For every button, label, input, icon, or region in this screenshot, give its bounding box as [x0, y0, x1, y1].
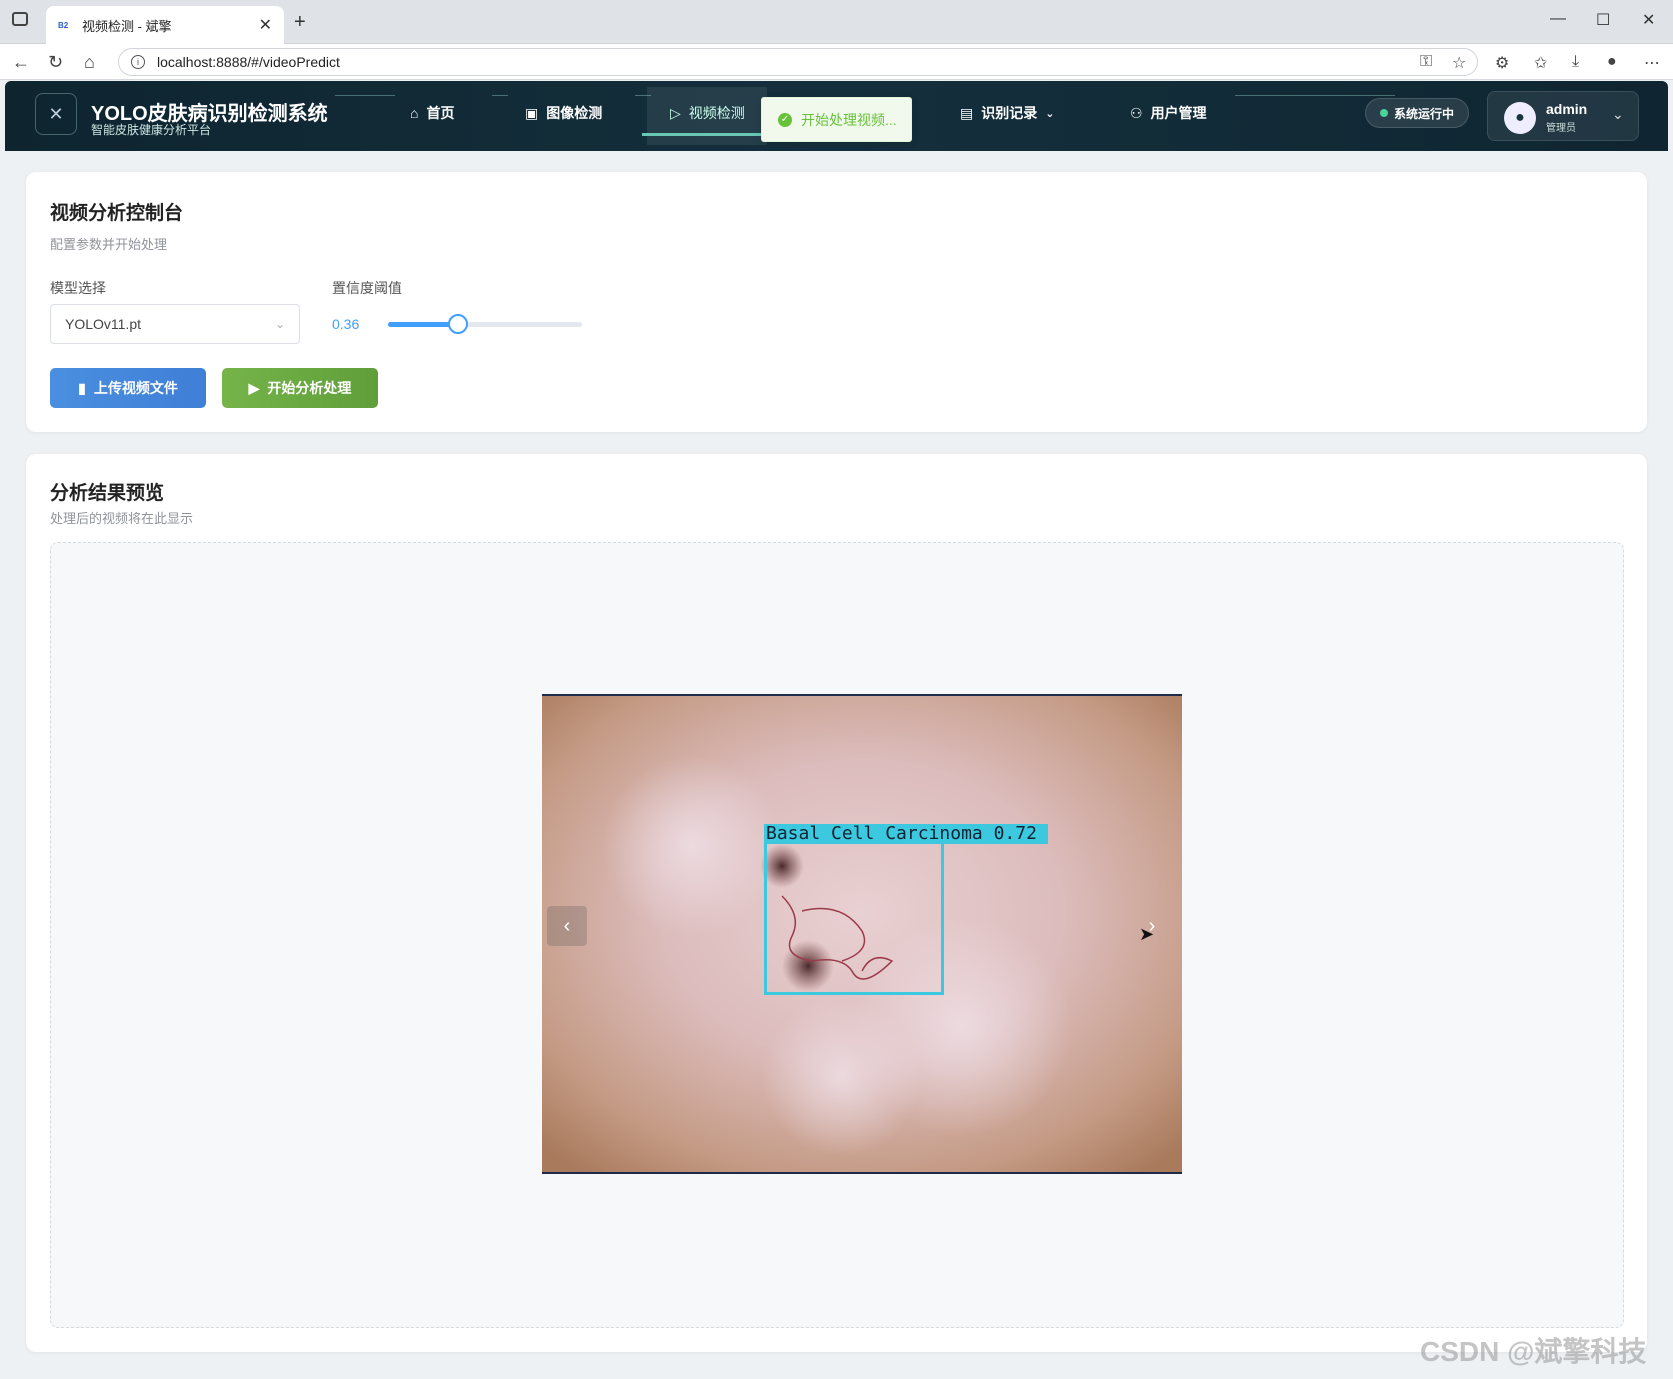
preview-card: 分析结果预览 处理后的视频将在此显示 Basal Cell Carcinoma … [26, 454, 1647, 1352]
control-title: 视频分析控制台 [50, 203, 184, 224]
nav-users-label: 用户管理 [1150, 105, 1207, 121]
favorites-icon[interactable]: ✩ [1534, 53, 1547, 73]
nav-home-label: 首页 [426, 105, 455, 121]
browser-tab[interactable]: B2 视频检测 - 斌擎 ✕ [46, 6, 284, 44]
video-frame: Basal Cell Carcinoma 0.72 ‹ › [542, 694, 1182, 1174]
file-icon: ▮ [78, 379, 86, 396]
favicon-icon: B2 [58, 20, 69, 30]
nav-image-label: 图像检测 [546, 105, 603, 121]
back-icon[interactable]: ← [12, 52, 30, 73]
user-name: admin [1546, 101, 1588, 117]
avatar-icon: ● [1504, 102, 1536, 134]
model-select[interactable]: YOLOv11.pt ⌄ [50, 304, 300, 344]
user-role: 管理员 [1546, 123, 1576, 134]
address-bar: ← ↻ ⌂ i localhost:8888/#/videoPredict ⚿ … [0, 44, 1673, 80]
model-label: 模型选择 [50, 280, 106, 296]
start-label: 开始分析处理 [267, 380, 352, 396]
play-circle-icon: ▷ [670, 104, 681, 121]
window-close-icon[interactable]: ✕ [1642, 10, 1655, 30]
upload-video-button[interactable]: ▮ 上传视频文件 [50, 368, 206, 408]
app-subtitle: 智能皮肤健康分析平台 [91, 123, 212, 137]
upload-label: 上传视频文件 [93, 380, 178, 396]
nav-records[interactable]: ▤ 识别记录 ⌄ [960, 103, 1054, 123]
nav-records-label: 识别记录 [981, 105, 1038, 121]
toast-message: 开始处理视频... [801, 111, 897, 128]
control-card: 视频分析控制台 配置参数并开始处理 模型选择 置信度阈值 YOLOv11.pt … [26, 172, 1647, 432]
nav-users[interactable]: ⚇ 用户管理 [1130, 103, 1207, 123]
key-icon[interactable]: ⚿ [1420, 53, 1432, 71]
logo-icon: ✕ [35, 93, 77, 135]
nav-home[interactable]: ⌂ 首页 [410, 103, 454, 123]
success-toast: ✓ 开始处理视频... [761, 97, 912, 142]
new-tab-icon[interactable]: + [294, 11, 306, 34]
tab-title: 视频检测 - 斌擎 [82, 18, 172, 34]
download-icon[interactable]: ⤓ [1572, 53, 1579, 71]
chevron-down-icon: ⌄ [1045, 107, 1055, 120]
document-icon: ▤ [960, 104, 974, 121]
url-text: localhost:8888/#/videoPredict [157, 54, 340, 70]
site-info-icon[interactable]: i [131, 55, 145, 69]
status-dot-icon [1379, 109, 1388, 117]
nav-image-detect[interactable]: ▣ 图像检测 [525, 103, 602, 123]
video-preview-area: Basal Cell Carcinoma 0.72 ‹ › [50, 542, 1624, 1328]
control-subtitle: 配置参数并开始处理 [50, 237, 168, 252]
sidebar-toggle-icon[interactable] [12, 12, 28, 26]
browser-titlebar: B2 视频检测 - 斌擎 ✕ + — ☐ ✕ [0, 0, 1673, 44]
slider-thumb[interactable] [447, 314, 468, 334]
url-field[interactable]: i localhost:8888/#/videoPredict [118, 48, 1478, 76]
start-analysis-button[interactable]: ▶ 开始分析处理 [222, 368, 378, 408]
confidence-slider[interactable] [388, 314, 582, 334]
status-text: 系统运行中 [1393, 106, 1454, 121]
star-icon[interactable]: ☆ [1452, 53, 1466, 73]
image-icon: ▣ [525, 104, 539, 121]
nav-video-label: 视频检测 [688, 105, 745, 121]
tab-close-icon[interactable]: ✕ [259, 15, 272, 35]
system-status-badge: 系统运行中 [1365, 98, 1469, 128]
check-circle-icon: ✓ [778, 112, 792, 127]
user-menu[interactable]: ● admin 管理员 ⌄ [1487, 91, 1639, 141]
preview-subtitle: 处理后的视频将在此显示 [50, 511, 194, 526]
home-browser-icon[interactable]: ⌂ [84, 52, 95, 73]
prev-arrow-icon[interactable]: ‹ [547, 906, 587, 946]
profile-icon[interactable]: ● [1607, 53, 1617, 71]
play-icon: ▶ [248, 379, 260, 396]
minimize-icon[interactable]: — [1550, 10, 1566, 28]
chevron-down-icon: ⌄ [274, 317, 285, 331]
nav-active-underline [642, 133, 762, 136]
reload-icon[interactable]: ↻ [48, 52, 63, 73]
model-select-value: YOLOv11.pt [65, 316, 142, 332]
detection-label: Basal Cell Carcinoma 0.72 [764, 824, 1048, 844]
home-icon: ⌂ [410, 105, 419, 121]
user-icon: ⚇ [1130, 104, 1143, 121]
confidence-value: 0.36 [332, 316, 360, 332]
mouse-cursor-icon: ➤ [1139, 924, 1155, 944]
more-icon[interactable]: ⋯ [1644, 53, 1660, 73]
chevron-down-icon: ⌄ [1612, 106, 1624, 122]
extensions-icon[interactable]: ⚙ [1495, 53, 1509, 73]
confidence-label: 置信度阈值 [332, 280, 402, 296]
watermark: CSDN @斌擎科技 [1420, 1336, 1647, 1367]
maximize-icon[interactable]: ☐ [1596, 10, 1610, 30]
detection-box [764, 841, 944, 995]
nav-video-detect[interactable]: ▷ 视频检测 [670, 103, 745, 123]
preview-title: 分析结果预览 [50, 483, 165, 504]
